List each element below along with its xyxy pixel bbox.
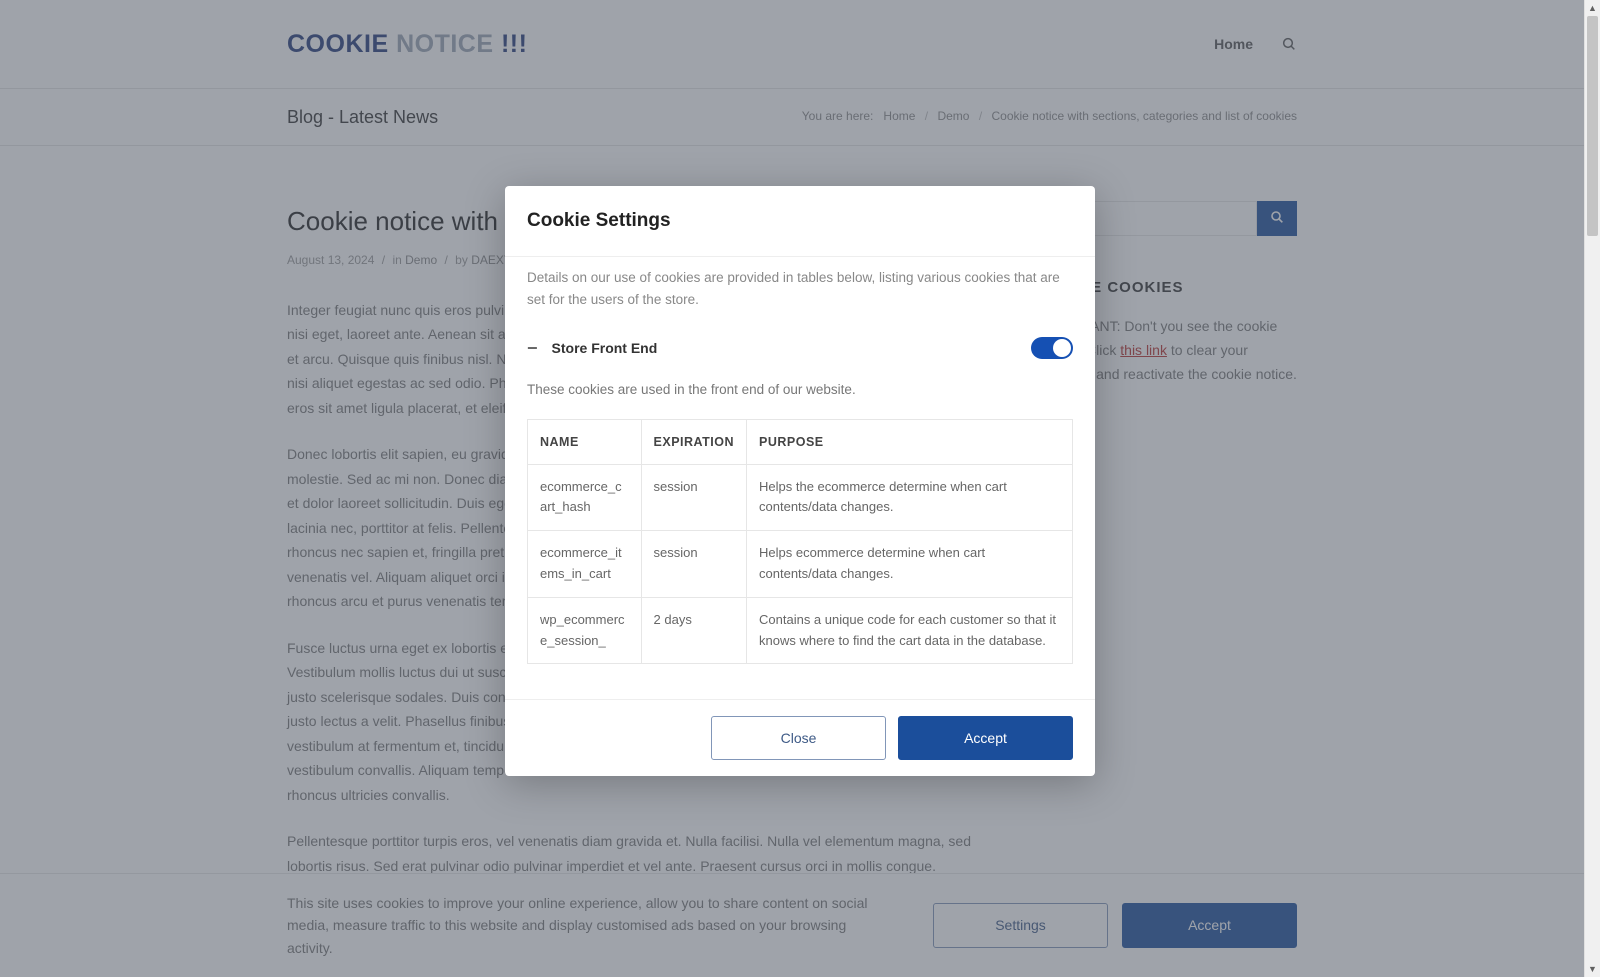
scroll-thumb[interactable] (1587, 16, 1598, 236)
scroll-up-arrow-icon[interactable]: ▲ (1585, 0, 1600, 16)
table-row: wp_ecommerce_session_ 2 days Contains a … (528, 597, 1073, 664)
page-scrollbar[interactable]: ▲ ▼ (1584, 0, 1600, 977)
modal-close-button[interactable]: Close (711, 716, 886, 760)
cell-expiration: session (641, 464, 746, 531)
section-description: These cookies are used in the front end … (527, 365, 1073, 419)
cell-expiration: session (641, 531, 746, 598)
cell-purpose: Helps the ecommerce determine when cart … (747, 464, 1073, 531)
cookie-table: NAME EXPIRATION PURPOSE ecommerce_cart_h… (527, 419, 1073, 665)
cookie-settings-modal: Cookie Settings Details on our use of co… (505, 186, 1095, 776)
section-head-store-front-end: − Store Front End (527, 329, 1073, 365)
table-row: ecommerce_cart_hash session Helps the ec… (528, 464, 1073, 531)
modal-note: Details on our use of cookies are provid… (527, 257, 1073, 328)
modal-body[interactable]: Details on our use of cookies are provid… (505, 257, 1095, 698)
cell-purpose: Contains a unique code for each customer… (747, 597, 1073, 664)
cell-purpose: Helps ecommerce determine when cart cont… (747, 531, 1073, 598)
collapse-icon[interactable]: − (527, 339, 538, 357)
cell-name: ecommerce_items_in_cart (528, 531, 642, 598)
th-expiration: EXPIRATION (641, 419, 746, 464)
table-row: ecommerce_items_in_cart session Helps ec… (528, 531, 1073, 598)
th-purpose: PURPOSE (747, 419, 1073, 464)
th-name: NAME (528, 419, 642, 464)
cell-name: ecommerce_cart_hash (528, 464, 642, 531)
modal-header: Cookie Settings (505, 186, 1095, 257)
scroll-track[interactable] (1585, 16, 1600, 961)
modal-footer: Close Accept (505, 699, 1095, 776)
scroll-down-arrow-icon[interactable]: ▼ (1585, 961, 1600, 977)
modal-accept-button[interactable]: Accept (898, 716, 1073, 760)
toggle-knob (1053, 339, 1071, 357)
section-label[interactable]: Store Front End (552, 337, 658, 359)
section-toggle[interactable] (1031, 337, 1073, 359)
cell-name: wp_ecommerce_session_ (528, 597, 642, 664)
modal-title: Cookie Settings (527, 206, 1073, 236)
cell-expiration: 2 days (641, 597, 746, 664)
